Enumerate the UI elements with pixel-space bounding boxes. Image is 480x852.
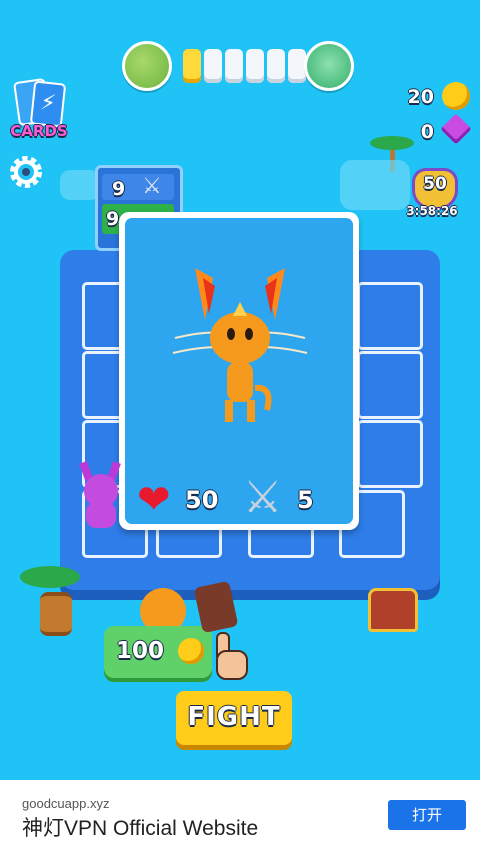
progress-segment bbox=[246, 49, 264, 83]
palm-tree-icon bbox=[20, 566, 80, 588]
monster-card[interactable]: ❤ 50 ⚔ 5 bbox=[119, 212, 359, 530]
player-map-avatar bbox=[122, 41, 172, 91]
treasure-chest-icon bbox=[368, 588, 418, 632]
ad-banner[interactable]: goodcuapp.xyz 神灯VPN Official Website 打开 bbox=[0, 780, 480, 852]
fight-label: FIGHT bbox=[187, 702, 281, 732]
progress-segment bbox=[183, 49, 201, 83]
mini-card-health: 9 bbox=[106, 208, 120, 230]
progress-segment bbox=[225, 49, 243, 83]
board-cell[interactable] bbox=[357, 420, 423, 488]
cards-button[interactable]: ⚡ CARDS bbox=[8, 77, 70, 142]
buy-price: 100 bbox=[116, 638, 165, 664]
progress-segment bbox=[204, 49, 222, 83]
barrel-icon bbox=[40, 592, 72, 636]
cards-label: CARDS bbox=[10, 122, 68, 140]
heart-icon: ❤ bbox=[137, 477, 171, 523]
crossed-swords-icon: ⚔ bbox=[243, 472, 283, 523]
level-number: 50 bbox=[423, 174, 447, 194]
level-timer: 3:58:26 bbox=[406, 204, 458, 218]
settings-gear-icon[interactable] bbox=[8, 154, 44, 190]
monster-figure bbox=[155, 258, 325, 438]
purple-monster[interactable] bbox=[79, 461, 122, 530]
board-cell[interactable] bbox=[357, 351, 423, 419]
coin-icon bbox=[178, 638, 204, 664]
board-cell[interactable] bbox=[357, 282, 423, 350]
fight-button[interactable]: FIGHT bbox=[176, 691, 292, 745]
coin-icon bbox=[442, 82, 470, 110]
ad-title[interactable]: 神灯VPN Official Website bbox=[22, 812, 258, 842]
island-decoration bbox=[60, 170, 100, 200]
round-progress bbox=[183, 49, 309, 83]
gem-count: 0 bbox=[420, 121, 434, 143]
enemy-avatar bbox=[304, 41, 354, 91]
ad-domain: goodcuapp.xyz bbox=[22, 796, 110, 811]
progress-segment bbox=[267, 49, 285, 83]
island-decoration bbox=[340, 160, 410, 210]
coin-count: 20 bbox=[407, 86, 434, 108]
card-face: ❤ 50 ⚔ 5 bbox=[125, 218, 353, 524]
tutorial-hand-icon bbox=[212, 632, 248, 680]
gem-icon bbox=[440, 113, 472, 145]
ad-open-button[interactable]: 打开 bbox=[388, 800, 466, 830]
mini-card-attack: 9 bbox=[112, 178, 126, 200]
lightning-icon: ⚡ bbox=[29, 80, 67, 128]
card-health: 50 bbox=[185, 486, 219, 514]
card-attack: 5 bbox=[297, 486, 314, 514]
sword-icon: ⚔ bbox=[142, 174, 162, 199]
buy-monster-button[interactable]: 100 bbox=[104, 626, 212, 678]
